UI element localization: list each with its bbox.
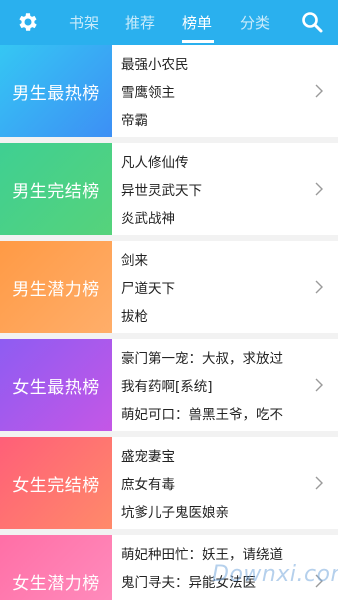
- book-title[interactable]: 萌妃可口：兽黑王爷，吃不: [121, 401, 311, 429]
- ranking-banner[interactable]: 男生完结榜: [0, 143, 112, 235]
- book-list: 盛宠妻宝 庶女有毒 坑爹儿子鬼医娘亲: [121, 443, 311, 527]
- chevron-right-icon[interactable]: [314, 82, 324, 100]
- tab-bookshelf[interactable]: 书架: [69, 12, 99, 33]
- ranking-row-female-complete[interactable]: 女生完结榜 盛宠妻宝 庶女有毒 坑爹儿子鬼医娘亲: [0, 437, 338, 529]
- book-list: 剑来 尸道天下 拔枪: [121, 247, 311, 331]
- chevron-right-icon[interactable]: [314, 278, 324, 296]
- gear-icon[interactable]: [16, 10, 40, 34]
- ranking-banner[interactable]: 女生潜力榜: [0, 535, 112, 600]
- book-title[interactable]: 盛宠妻宝: [121, 443, 311, 471]
- watermark: Downxi.com: [212, 562, 338, 587]
- book-title[interactable]: 凡人修仙传: [121, 149, 311, 177]
- book-title[interactable]: 我有药啊[系统]: [121, 373, 311, 401]
- ranking-row-male-hot[interactable]: 男生最热榜 最强小农民 雪鹰领主 帝霸: [0, 45, 338, 137]
- book-title[interactable]: 帝霸: [121, 107, 311, 135]
- book-title[interactable]: 豪门第一宠：大叔，求放过: [121, 345, 311, 373]
- ranking-banner[interactable]: 男生最热榜: [0, 45, 112, 137]
- book-title[interactable]: 最强小农民: [121, 51, 311, 79]
- book-list: 凡人修仙传 异世灵武天下 炎武战神: [121, 149, 311, 233]
- book-title[interactable]: 雪鹰领主: [121, 79, 311, 107]
- chevron-right-icon[interactable]: [314, 376, 324, 394]
- book-title[interactable]: 坑爹儿子鬼医娘亲: [121, 499, 311, 527]
- chevron-right-icon[interactable]: [314, 180, 324, 198]
- chevron-right-icon[interactable]: [314, 474, 324, 492]
- book-title[interactable]: 庶女有毒: [121, 471, 311, 499]
- ranking-banner[interactable]: 男生潜力榜: [0, 241, 112, 333]
- search-icon[interactable]: [300, 10, 324, 34]
- top-navigation-bar: 书架 推荐 榜单 分类: [0, 0, 338, 45]
- ranking-banner[interactable]: 女生完结榜: [0, 437, 112, 529]
- book-list: 最强小农民 雪鹰领主 帝霸: [121, 51, 311, 135]
- active-tab-indicator: [182, 40, 214, 43]
- tab-categories[interactable]: 分类: [240, 12, 270, 33]
- ranking-row-male-potential[interactable]: 男生潜力榜 剑来 尸道天下 拔枪: [0, 241, 338, 333]
- ranking-row-female-hot[interactable]: 女生最热榜 豪门第一宠：大叔，求放过 我有药啊[系统] 萌妃可口：兽黑王爷，吃不: [0, 339, 338, 431]
- tab-rankings[interactable]: 榜单: [182, 12, 212, 33]
- book-title[interactable]: 尸道天下: [121, 275, 311, 303]
- book-title[interactable]: 异世灵武天下: [121, 177, 311, 205]
- ranking-row-male-complete[interactable]: 男生完结榜 凡人修仙传 异世灵武天下 炎武战神: [0, 143, 338, 235]
- ranking-banner[interactable]: 女生最热榜: [0, 339, 112, 431]
- book-list: 豪门第一宠：大叔，求放过 我有药啊[系统] 萌妃可口：兽黑王爷，吃不: [121, 345, 311, 429]
- book-title[interactable]: 拔枪: [121, 303, 311, 331]
- book-title[interactable]: 炎武战神: [121, 205, 311, 233]
- tab-recommend[interactable]: 推荐: [125, 12, 155, 33]
- book-title[interactable]: 剑来: [121, 247, 311, 275]
